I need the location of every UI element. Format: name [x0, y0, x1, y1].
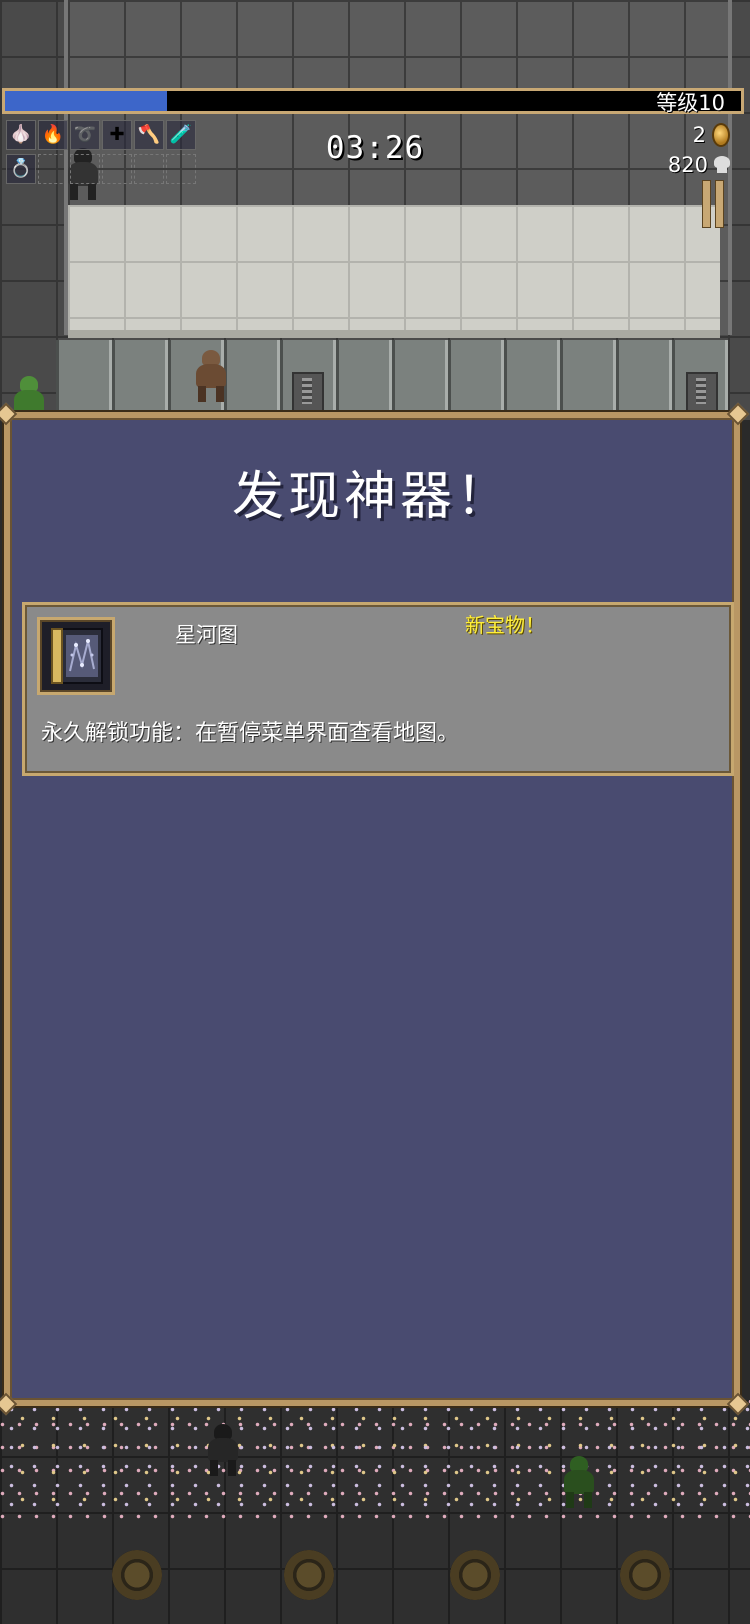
werewolf-enemy: [188, 350, 238, 402]
hud-counters: 2 820: [668, 120, 730, 180]
item-name: 星河图: [175, 623, 238, 647]
coin-icon: [712, 123, 730, 147]
pause-button[interactable]: [702, 180, 724, 228]
new-item-badge: 新宝物！: [465, 613, 545, 637]
survival-timer: 03:26: [325, 130, 425, 166]
manhole-icon: [112, 1550, 162, 1600]
manhole-icon: [620, 1550, 670, 1600]
sparkle-effect: [0, 1400, 750, 1520]
experience-bar: 等级10: [2, 88, 744, 115]
relic-found-dialog[interactable]: 发现神器！ 星河图 新宝物！ 永久解锁功能：在暂停菜单界面查看地图。: [0, 402, 750, 1416]
experience-bar-fill: [5, 91, 167, 111]
pause-icon: [715, 180, 724, 228]
dialog-title: 发现神器！: [231, 467, 512, 527]
relic-item-card[interactable]: 星河图 新宝物！ 永久解锁功能：在暂停菜单界面查看地图。: [22, 602, 734, 776]
item-icon-frame: [37, 617, 115, 695]
pillar-wall: [56, 340, 728, 410]
vent-icon: [292, 372, 324, 412]
coin-count: 2: [692, 123, 706, 147]
pause-icon: [702, 180, 711, 228]
manhole-icon: [284, 1550, 334, 1600]
manhole-icon: [450, 1550, 500, 1600]
dark-ghoul-enemy: [200, 1424, 250, 1476]
item-description: 永久解锁功能：在暂停菜单界面查看地图。: [41, 721, 460, 746]
tiled-room-light: [68, 205, 720, 338]
level-label: 等级10: [656, 91, 725, 115]
coin-counter: 2: [668, 120, 730, 150]
vent-icon: [686, 372, 718, 412]
star-map-book-icon: [51, 628, 103, 684]
skull-icon: [714, 156, 730, 174]
green-lizard-enemy: [556, 1456, 606, 1508]
kill-counter: 820: [668, 150, 730, 180]
kill-count: 820: [667, 153, 708, 177]
